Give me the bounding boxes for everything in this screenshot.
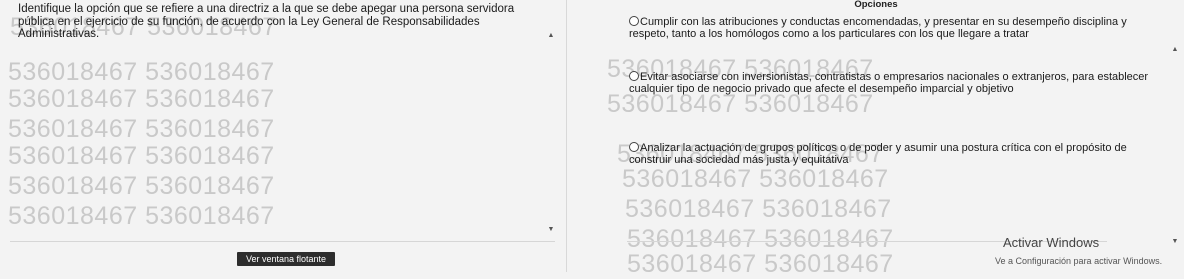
watermark-text: 536018467 536018467 [622, 165, 889, 193]
watermark-text: 536018467 536018467 [8, 85, 275, 113]
radio-button[interactable] [629, 71, 639, 81]
option-label: Analizar la actuación de grupos político… [629, 142, 1127, 166]
watermark-text: 536018467 536018467 [8, 58, 275, 86]
radio-button[interactable] [629, 142, 639, 152]
radio-button[interactable] [629, 16, 639, 26]
windows-activation-title: Activar Windows [1003, 235, 1100, 250]
watermark-text: 536018467 536018467 [627, 250, 894, 278]
scroll-down-icon[interactable]: ▼ [546, 224, 556, 234]
watermark-text: 536018467 536018467 [8, 115, 275, 143]
options-header: Opciones [854, 0, 898, 10]
option-2[interactable]: Evitar asociarse con inversionistas, con… [629, 71, 1159, 95]
question-text: Identifique la opción que se refiere a u… [18, 3, 515, 40]
watermark-text: 536018467 536018467 [8, 202, 275, 230]
option-1[interactable]: Cumplir con las atribuciones y conductas… [629, 16, 1159, 40]
option-label: Cumplir con las atribuciones y conductas… [629, 16, 1127, 40]
divider [10, 241, 555, 242]
scroll-up-icon[interactable]: ▲ [546, 30, 556, 40]
question-pane: 536018467 536018467 536018467 536018467 … [0, 0, 566, 272]
watermark-text: 536018467 536018467 [625, 195, 892, 223]
windows-activation-subtitle[interactable]: Ve a Configuración para activar Windows. [995, 256, 1162, 266]
scroll-down-icon[interactable]: ▼ [1170, 236, 1180, 246]
option-label: Evitar asociarse con inversionistas, con… [629, 71, 1149, 95]
option-3[interactable]: Analizar la actuación de grupos político… [629, 142, 1149, 166]
watermark-text: 536018467 536018467 [8, 142, 275, 170]
floating-window-button[interactable]: Ver ventana flotante [237, 252, 335, 266]
scroll-up-icon[interactable]: ▲ [1170, 44, 1180, 54]
options-pane: Opciones 536018467 536018467 536018467 5… [566, 0, 1184, 278]
watermark-text: 536018467 536018467 [8, 172, 275, 200]
